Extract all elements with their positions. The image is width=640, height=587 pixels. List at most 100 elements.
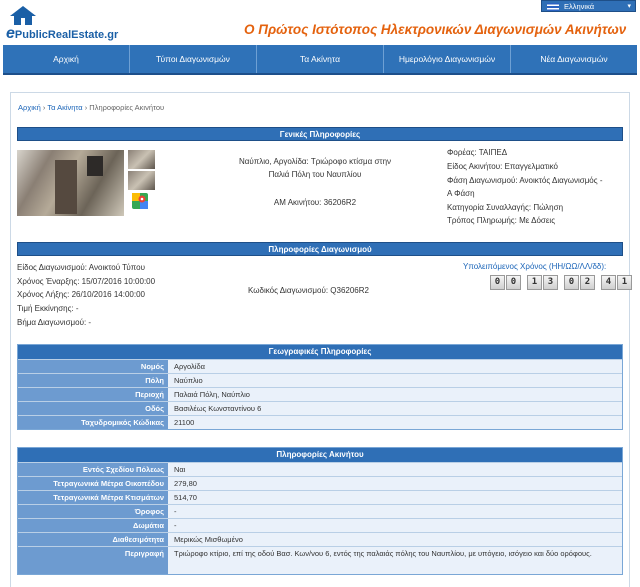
property-info-table: Πληροφορίες Ακινήτου Εντός Σχεδίου Πόλεω…	[17, 447, 623, 575]
row-key: Τετραγωνικά Μέτρα Κτισμάτων	[18, 491, 168, 504]
property-description-line: Παλιά Πόλη του Ναυπλίου	[268, 170, 362, 179]
row-key: Όροφος	[18, 505, 168, 518]
nav-item-tender-calendar[interactable]: Ημερολόγιο Διαγωνισμών	[384, 45, 511, 73]
table-row: Τετραγωνικά Μέτρα Οικοπέδου 279,80	[18, 476, 622, 490]
table-row: Περιγραφή Τριώροφο κτίριο, επί της οδού Β…	[18, 546, 622, 574]
row-key: Περιοχή	[18, 388, 168, 401]
row-value: Μερικώς Μισθωμένο	[168, 533, 622, 546]
nav-item-home[interactable]: Αρχική	[3, 45, 130, 73]
field-label: Κατηγορία Συναλλαγής:	[447, 203, 532, 212]
tender-type-field: Είδος Διαγωνισμού: Ανοικτού Τύπου	[17, 263, 145, 272]
nav-item-tender-types[interactable]: Τύποι Διαγωνισμών	[130, 45, 257, 73]
timer-digit: 0	[564, 275, 579, 290]
main-nav: Αρχική Τύποι Διαγωνισμών Τα Ακίνητα Ημερ…	[3, 45, 637, 75]
nav-item-tender-news[interactable]: Νέα Διαγωνισμών	[511, 45, 637, 73]
map-pin-icon[interactable]	[132, 193, 148, 211]
property-description-line: Ναύπλιο, Αργολίδα: Τριώροφο κτίσμα στην	[238, 157, 392, 166]
field-label: Χρόνος Έναρξης:	[17, 277, 80, 286]
field-label: Βήμα Διαγωνισμού:	[17, 318, 87, 327]
row-value: Παλαιά Πόλη, Ναύπλιο	[168, 388, 622, 401]
site-tagline: Ο Πρώτος Ιστότοπος Ηλεκτρονικών Διαγωνισ…	[244, 22, 627, 37]
timer-digit: 1	[617, 275, 632, 290]
timer-digit: 0	[490, 275, 505, 290]
property-photo[interactable]	[17, 150, 124, 216]
table-row: Τετραγωνικά Μέτρα Κτισμάτων 514,70	[18, 490, 622, 504]
row-value: -	[168, 519, 622, 532]
timer-digit: 4	[601, 275, 616, 290]
table-row: Περιοχή Παλαιά Πόλη, Ναύπλιο	[18, 387, 622, 401]
row-value: Αργολίδα	[168, 360, 622, 373]
table-row: Διαθεσιμότητα Μερικώς Μισθωμένο	[18, 532, 622, 546]
tender-phase-field: Φάση Διαγωνισμού: Ανοικτός Διαγωνισμός -	[447, 176, 603, 185]
field-label: Χρόνος Λήξης:	[17, 290, 70, 299]
row-value: Τριώροφο κτίριο, επί της οδού Βασ. Κων/ν…	[168, 547, 622, 574]
table-row: Οδός Βασιλέως Κωνσταντίνου 6	[18, 401, 622, 415]
logo-prefix: e	[6, 25, 15, 42]
field-value: ΤΑΙΠΕΔ	[478, 148, 508, 157]
house-logo-icon	[10, 6, 36, 25]
row-key: Τετραγωνικά Μέτρα Οικοπέδου	[18, 477, 168, 490]
greek-flag-icon	[547, 3, 559, 11]
row-key: Πόλη	[18, 374, 168, 387]
timer-digit: 3	[543, 275, 558, 290]
row-value: Ναι	[168, 463, 622, 476]
row-value: 279,80	[168, 477, 622, 490]
table-row: Όροφος -	[18, 504, 622, 518]
start-time-field: Χρόνος Έναρξης: 15/07/2016 10:00:00	[17, 277, 155, 286]
breadcrumb-home[interactable]: Αρχική	[18, 103, 41, 112]
field-label: Τιμή Εκκίνησης:	[17, 304, 74, 313]
row-key: Ταχυδρομικός Κώδικας	[18, 416, 168, 429]
property-am-code: ΑΜ Ακινήτου: 36206R2	[273, 198, 357, 207]
timer-digit: 0	[506, 275, 521, 290]
table-row: Πόλη Ναύπλιο	[18, 373, 622, 387]
timer-digit: 1	[527, 275, 542, 290]
table-row: Νομός Αργολίδα	[18, 359, 622, 373]
site-logo[interactable]: ePublicRealEstate.gr	[4, 3, 118, 43]
field-value: -	[88, 318, 92, 327]
row-key: Δωμάτια	[18, 519, 168, 532]
language-selector[interactable]: Ελληνικά ▾	[541, 0, 636, 12]
field-value: -	[75, 304, 79, 313]
geographic-info-heading: Γεωγραφικές Πληροφορίες	[18, 345, 622, 359]
row-value: Βασιλέως Κωνσταντίνου 6	[168, 402, 622, 415]
table-row: Εντός Σχεδίου Πόλεως Ναι	[18, 462, 622, 476]
countdown-timer: 0 0 1 3 0 2 4 1	[490, 275, 633, 290]
property-type-field: Είδος Ακινήτου: Επαγγελματικό	[447, 162, 558, 171]
row-value: Ναύπλιο	[168, 374, 622, 387]
row-value: 514,70	[168, 491, 622, 504]
field-label: Φάση Διαγωνισμού:	[447, 176, 518, 185]
logo-text: PublicRealEstate.gr	[14, 29, 119, 41]
remaining-time-label: Υπολειπόμενος Χρόνος (ΗΗ/ΩΩ/ΛΛ/δδ):	[463, 262, 607, 271]
field-value: Ανοικτός Διαγωνισμός -	[519, 176, 603, 185]
field-label: Είδος Διαγωνισμού:	[17, 263, 88, 272]
end-time-field: Χρόνος Λήξης: 26/10/2016 14:00:00	[17, 290, 145, 299]
field-value: Πώληση	[533, 203, 564, 212]
chevron-down-icon: ▾	[627, 3, 631, 10]
tender-step-field: Βήμα Διαγωνισμού: -	[17, 318, 91, 327]
breadcrumb-current: Πληροφορίες Ακινήτου	[89, 103, 165, 112]
field-label: Είδος Ακινήτου:	[447, 162, 503, 171]
field-label: Φορέας:	[447, 148, 477, 157]
row-key: Οδός	[18, 402, 168, 415]
nav-item-properties[interactable]: Τα Ακίνητα	[257, 45, 384, 73]
general-info-heading: Γενικές Πληροφορίες	[17, 127, 623, 141]
agency-field: Φορέας: ΤΑΙΠΕΔ	[447, 148, 507, 157]
starting-price-field: Τιμή Εκκίνησης: -	[17, 304, 79, 313]
payment-method-field: Τρόπος Πληρωμής: Με Δόσεις	[447, 216, 555, 225]
header: ePublicRealEstate.gr Ελληνικά ▾ Ο Πρώτος…	[0, 0, 640, 45]
photo-thumbnail[interactable]	[128, 150, 155, 169]
photo-thumbnail[interactable]	[128, 171, 155, 190]
field-value: Επαγγελματικό	[504, 162, 559, 171]
field-value: 15/07/2016 10:00:00	[81, 277, 156, 286]
row-key: Διαθεσιμότητα	[18, 533, 168, 546]
field-value: Με Δόσεις	[519, 216, 556, 225]
field-label: Τρόπος Πληρωμής:	[447, 216, 517, 225]
tender-phase-continued: Α Φάση	[447, 189, 475, 198]
row-key: Εντός Σχεδίου Πόλεως	[18, 463, 168, 476]
table-row: Δωμάτια -	[18, 518, 622, 532]
property-info-heading: Πληροφορίες Ακινήτου	[18, 448, 622, 462]
tender-info-heading: Πληροφορίες Διαγωνισμού	[17, 242, 623, 256]
transaction-category-field: Κατηγορία Συναλλαγής: Πώληση	[447, 203, 563, 212]
tender-code: Κωδικός Διαγωνισμού: Q36206R2	[248, 286, 369, 295]
breadcrumb-properties[interactable]: Τα Ακίνητα	[47, 103, 82, 112]
